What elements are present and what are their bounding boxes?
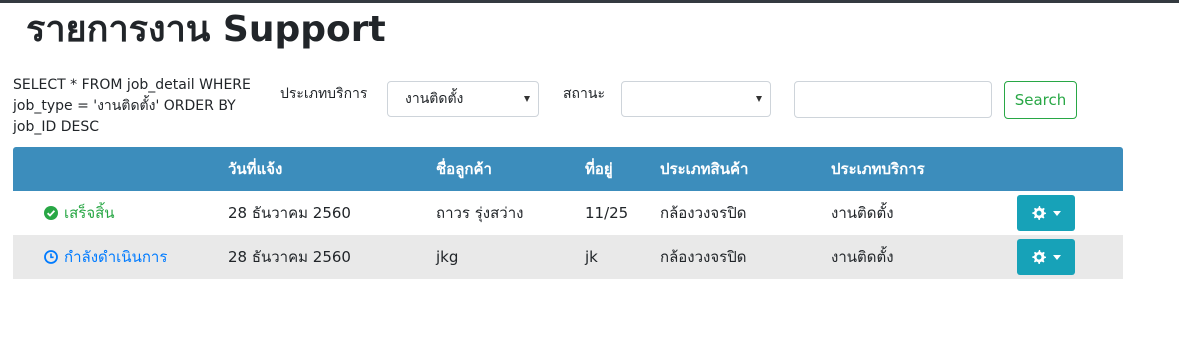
date-cell: 28 ธันวาคม 2560 bbox=[228, 248, 351, 266]
service-type-selected-value: งานติดตั้ง bbox=[405, 91, 464, 107]
check-circle-icon bbox=[44, 206, 58, 220]
service-type-cell: งานติดตั้ง bbox=[831, 204, 894, 222]
top-border bbox=[0, 0, 1179, 3]
service-type-label: ประเภทบริการ bbox=[280, 86, 368, 102]
address-cell: 11/25 bbox=[585, 204, 629, 222]
clock-icon bbox=[44, 250, 58, 264]
table-row: กำลังดำเนินการ 28 ธันวาคม 2560 jkg jk กล… bbox=[13, 235, 1123, 279]
table-row: เสร็จสิ้น 28 ธันวาคม 2560 ถาวร รุ่งสว่าง… bbox=[13, 191, 1123, 235]
chevron-down-icon bbox=[1052, 254, 1061, 260]
header-customer: ชื่อลูกค้า bbox=[436, 160, 492, 178]
chevron-down-icon bbox=[756, 96, 762, 102]
status-select[interactable] bbox=[621, 81, 771, 117]
chevron-down-icon bbox=[1052, 210, 1061, 216]
service-type-select[interactable]: งานติดตั้ง bbox=[387, 81, 539, 117]
sql-query-text: SELECT * FROM job_detail WHERE job_type … bbox=[13, 77, 251, 135]
header-service-type: ประเภทบริการ bbox=[831, 160, 925, 178]
header-date: วันที่แจ้ง bbox=[228, 160, 283, 178]
search-input[interactable] bbox=[794, 81, 992, 118]
customer-cell: ถาวร รุ่งสว่าง bbox=[436, 204, 524, 222]
product-type-cell: กล้องวงจรปิด bbox=[660, 248, 747, 266]
date-cell: 28 ธันวาคม 2560 bbox=[228, 204, 351, 222]
page-title: รายการงาน Support bbox=[26, 9, 386, 50]
status-text[interactable]: เสร็จสิ้น bbox=[64, 191, 115, 235]
customer-cell: jkg bbox=[436, 248, 459, 266]
header-address: ที่อยู่ bbox=[585, 160, 613, 178]
address-cell: jk bbox=[585, 248, 598, 266]
service-type-cell: งานติดตั้ง bbox=[831, 248, 894, 266]
header-product-type: ประเภทสินค้า bbox=[660, 160, 749, 178]
gear-icon bbox=[1031, 250, 1046, 264]
status-cell: เสร็จสิ้น bbox=[44, 191, 115, 235]
status-cell: กำลังดำเนินการ bbox=[44, 235, 167, 279]
table-header: วันที่แจ้ง ชื่อลูกค้า ที่อยู่ ประเภทสินค… bbox=[13, 147, 1123, 191]
status-text[interactable]: กำลังดำเนินการ bbox=[64, 235, 167, 279]
gear-icon bbox=[1031, 206, 1046, 220]
status-label: สถานะ bbox=[563, 86, 605, 102]
chevron-down-icon bbox=[524, 96, 530, 102]
job-table: วันที่แจ้ง ชื่อลูกค้า ที่อยู่ ประเภทสินค… bbox=[13, 147, 1123, 279]
search-button[interactable]: Search bbox=[1004, 81, 1077, 119]
product-type-cell: กล้องวงจรปิด bbox=[660, 204, 747, 222]
actions-dropdown-button[interactable] bbox=[1017, 195, 1075, 231]
actions-dropdown-button[interactable] bbox=[1017, 239, 1075, 275]
